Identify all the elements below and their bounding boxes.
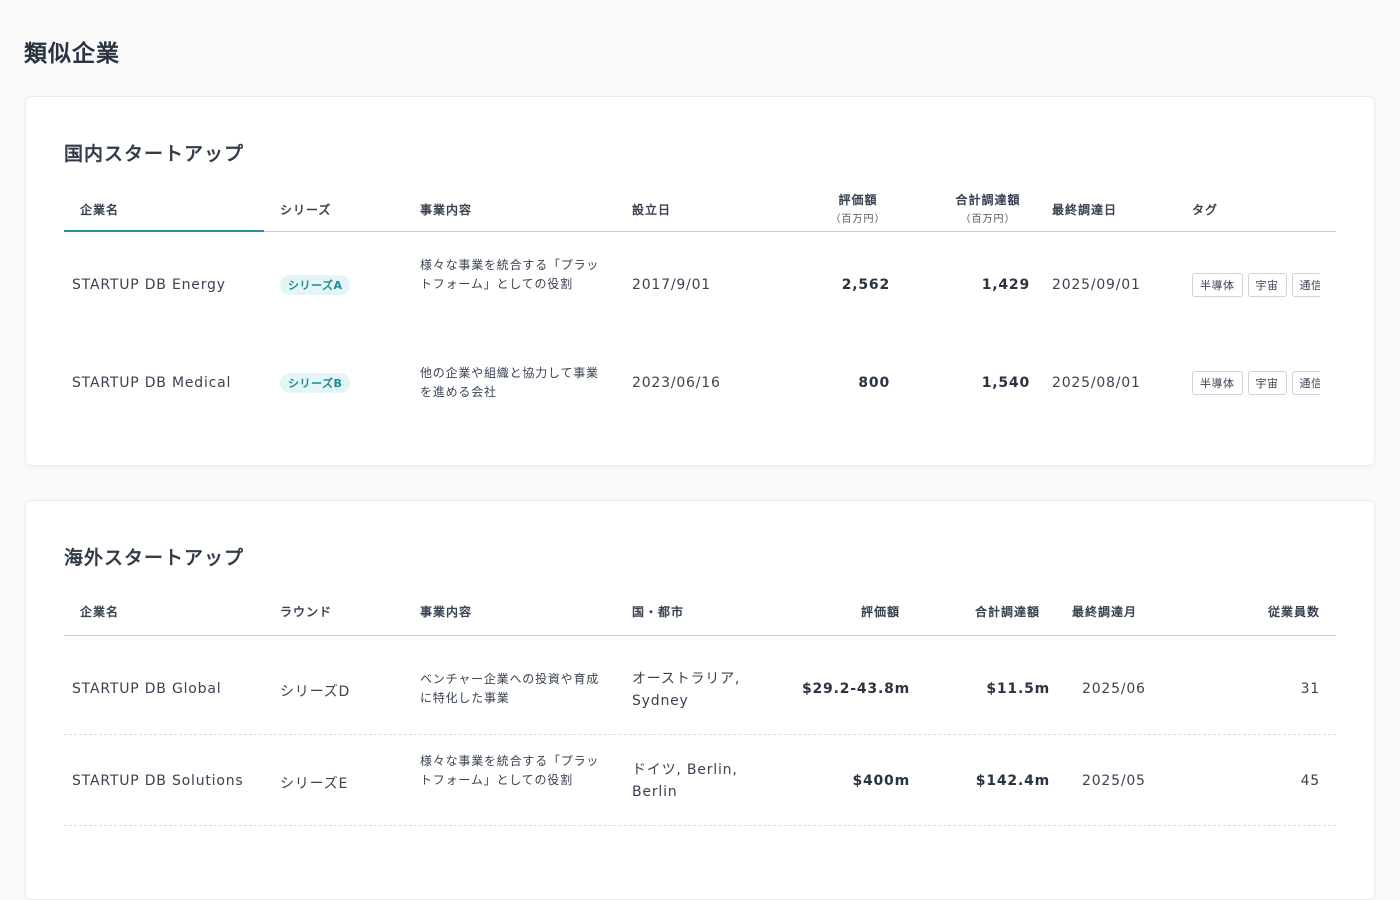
domestic-table: 企業名 シリーズ 事業内容 設立日 評価額 （百万円） 合計調達額 （百万円） … xyxy=(64,189,1336,428)
header-total-funding[interactable]: 合計調達額 xyxy=(940,603,1040,620)
series-badge: シリーズA xyxy=(280,275,351,295)
header-founded[interactable]: 設立日 xyxy=(632,201,671,218)
header-business[interactable]: 事業内容 xyxy=(420,201,472,218)
domestic-section-title: 国内スタートアップ xyxy=(64,143,245,165)
company-name[interactable]: STARTUP DB Medical xyxy=(72,375,231,391)
tag[interactable]: 宇宙 xyxy=(1247,371,1287,395)
company-name[interactable]: STARTUP DB Global xyxy=(72,681,221,697)
business-description: 様々な事業を統合する「プラットフォーム」としての役割 xyxy=(420,258,600,291)
total-funding: $142.4m xyxy=(975,773,1050,789)
header-total-funding[interactable]: 合計調達額 （百万円） xyxy=(946,191,1030,225)
header-employees[interactable]: 従業員数 xyxy=(1220,603,1320,620)
header-company-name[interactable]: 企業名 xyxy=(80,603,119,620)
last-funding-date: 2025/08/01 xyxy=(1052,375,1141,391)
overseas-table: 企業名 ラウンド 事業内容 国・都市 評価額 合計調達額 最終調達月 従業員数 … xyxy=(64,593,1336,826)
domestic-startups-card: 国内スタートアップ 企業名 シリーズ 事業内容 設立日 評価額 （百万円） 合計… xyxy=(25,96,1375,466)
header-location[interactable]: 国・都市 xyxy=(632,603,684,620)
header-last-funding[interactable]: 最終調達月 xyxy=(1072,603,1137,620)
header-valuation-label: 評価額 xyxy=(838,193,878,207)
page-title: 類似企業 xyxy=(24,41,120,67)
valuation: 800 xyxy=(858,375,890,391)
valuation: $400m xyxy=(852,773,910,789)
series-badge: シリーズB xyxy=(280,373,351,393)
company-name[interactable]: STARTUP DB Energy xyxy=(72,277,226,293)
header-valuation-unit: （百万円） xyxy=(830,214,886,225)
employees: 31 xyxy=(1300,681,1320,697)
round: シリーズD xyxy=(280,684,351,700)
header-series[interactable]: シリーズ xyxy=(280,201,331,218)
employees: 45 xyxy=(1300,773,1320,789)
company-name[interactable]: STARTUP DB Solutions xyxy=(72,773,244,789)
header-company-name[interactable]: 企業名 xyxy=(80,201,119,218)
tag[interactable]: 通信 xyxy=(1291,371,1320,395)
business-description: 様々な事業を統合する「プラットフォーム」としての役割 xyxy=(420,754,600,787)
last-funding-date: 2025/09/01 xyxy=(1052,277,1141,293)
header-valuation[interactable]: 評価額 （百万円） xyxy=(816,191,900,225)
tag-list: 半導体 宇宙 通信 xyxy=(1192,273,1320,297)
header-tags[interactable]: タグ xyxy=(1192,201,1218,218)
founded-date: 2023/06/16 xyxy=(632,375,721,391)
overseas-startups-card: 海外スタートアップ 企業名 ラウンド 事業内容 国・都市 評価額 合計調達額 最… xyxy=(25,500,1375,900)
table-row[interactable]: STARTUP DB Solutions シリーズE 様々な事業を統合する「プラ… xyxy=(64,735,1336,826)
header-last-funding[interactable]: 最終調達日 xyxy=(1052,201,1117,218)
round: シリーズE xyxy=(280,776,349,792)
tag-list: 半導体 宇宙 通信 xyxy=(1192,371,1320,395)
domestic-table-header: 企業名 シリーズ 事業内容 設立日 評価額 （百万円） 合計調達額 （百万円） … xyxy=(64,189,1336,232)
tag[interactable]: 半導体 xyxy=(1192,371,1243,395)
header-total-funding-label: 合計調達額 xyxy=(955,193,1021,207)
total-funding: 1,540 xyxy=(981,375,1030,391)
location: オーストラリア, Sydney xyxy=(632,671,741,709)
header-total-funding-unit: （百万円） xyxy=(960,214,1016,225)
founded-date: 2017/9/01 xyxy=(632,277,711,293)
total-funding: $11.5m xyxy=(986,681,1050,697)
header-round[interactable]: ラウンド xyxy=(280,603,332,620)
valuation: $29.2-43.8m xyxy=(801,681,910,697)
tag[interactable]: 通信 xyxy=(1291,273,1320,297)
location: ドイツ, Berlin, Berlin xyxy=(632,762,738,800)
tag[interactable]: 半導体 xyxy=(1192,273,1243,297)
last-funding-month: 2025/06 xyxy=(1082,681,1146,697)
table-row[interactable]: STARTUP DB Global シリーズD ベンチャー企業への投資や育成に特… xyxy=(64,636,1336,735)
total-funding: 1,429 xyxy=(981,277,1030,293)
last-funding-month: 2025/05 xyxy=(1082,773,1146,789)
business-description: ベンチャー企業への投資や育成に特化した事業 xyxy=(420,672,600,705)
overseas-table-header: 企業名 ラウンド 事業内容 国・都市 評価額 合計調達額 最終調達月 従業員数 xyxy=(64,593,1336,636)
valuation: 2,562 xyxy=(841,277,890,293)
business-description: 他の企業や組織と協力して事業を進める会社 xyxy=(420,366,599,399)
header-business[interactable]: 事業内容 xyxy=(420,603,472,620)
table-row[interactable]: STARTUP DB Medical シリーズB 他の企業や組織と協力して事業を… xyxy=(64,330,1336,428)
table-row[interactable]: STARTUP DB Energy シリーズA 様々な事業を統合する「プラットフ… xyxy=(64,232,1336,330)
tag[interactable]: 宇宙 xyxy=(1247,273,1287,297)
header-valuation[interactable]: 評価額 xyxy=(800,603,900,620)
overseas-section-title: 海外スタートアップ xyxy=(64,547,245,569)
